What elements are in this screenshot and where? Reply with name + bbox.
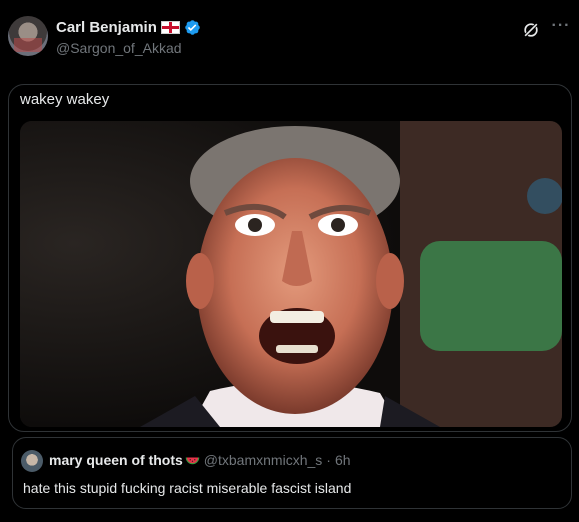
- tweet-media-photo[interactable]: [20, 121, 562, 427]
- quoted-avatar[interactable]: [21, 450, 43, 472]
- author-name-row: Carl Benjamin: [56, 19, 201, 36]
- author-handle[interactable]: @Sargon_of_Akkad: [56, 40, 182, 56]
- quoted-author-row: mary queen of thots @txbamxnmicxh_s · 6h: [49, 452, 351, 468]
- more-options-icon[interactable]: ···: [551, 18, 571, 38]
- tweet-header: Carl Benjamin @Sargon_of_Akkad ···: [8, 16, 571, 60]
- avatar[interactable]: [8, 16, 48, 56]
- verified-badge-icon: [185, 20, 200, 35]
- quoted-tweet-text: hate this stupid fucking racist miserabl…: [23, 480, 352, 496]
- author-display-name[interactable]: Carl Benjamin: [56, 19, 157, 36]
- quoted-timestamp[interactable]: 6h: [335, 452, 351, 468]
- separator-dot: ·: [326, 452, 331, 468]
- watermelon-icon: [185, 457, 200, 464]
- grok-icon[interactable]: [521, 20, 541, 40]
- tweet-text: wakey wakey: [20, 91, 110, 108]
- england-flag-icon: [160, 21, 180, 34]
- laughing-man-photo: [20, 121, 562, 427]
- quoted-handle[interactable]: @txbamxnmicxh_s: [204, 452, 322, 468]
- tweet-body-card[interactable]: wakey wakey: [8, 84, 572, 432]
- quoted-display-name[interactable]: mary queen of thots: [49, 452, 183, 468]
- quoted-tweet-card[interactable]: mary queen of thots @txbamxnmicxh_s · 6h…: [12, 437, 572, 509]
